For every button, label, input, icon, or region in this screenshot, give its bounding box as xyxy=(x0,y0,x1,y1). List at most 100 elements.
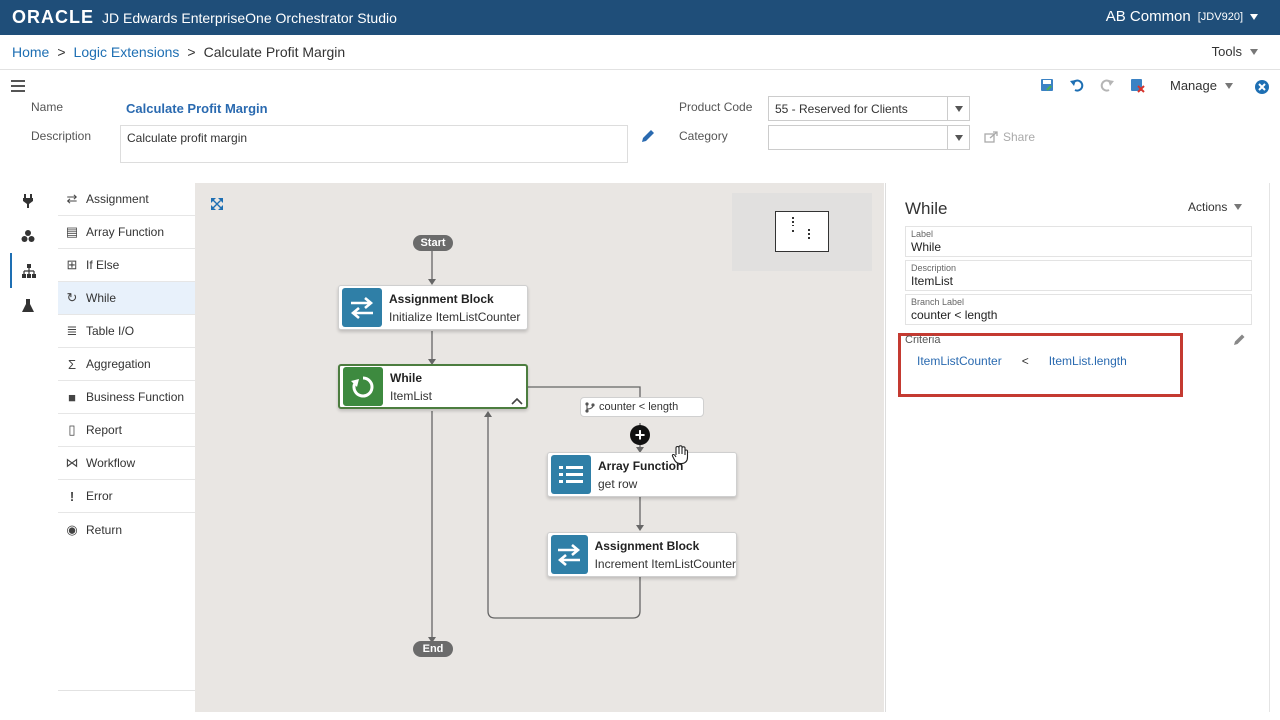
palette-item-aggregation[interactable]: Σ Aggregation xyxy=(58,348,195,381)
chevron-down-icon xyxy=(1250,48,1258,55)
flow-node-array-function[interactable]: Array Function get row xyxy=(547,452,737,497)
list-icon: ▤ xyxy=(65,224,79,239)
branch-label[interactable]: counter < length xyxy=(580,397,704,417)
end-node[interactable]: End xyxy=(413,641,453,657)
expand-icon[interactable] xyxy=(211,198,223,210)
palette-item-label: Array Function xyxy=(86,225,165,239)
palette-item-return[interactable]: ◉ Return xyxy=(58,513,195,546)
add-node-button[interactable]: + xyxy=(630,425,650,445)
close-icon[interactable] xyxy=(1255,80,1269,94)
undo-icon[interactable] xyxy=(1069,77,1085,93)
palette-item-if-else[interactable]: ⊞ If Else xyxy=(58,249,195,282)
label-value: While xyxy=(911,240,942,254)
palette-item-while[interactable]: ↻ While xyxy=(58,282,195,315)
palette-item-label: Report xyxy=(86,423,123,437)
palette-item-error[interactable]: ! Error xyxy=(58,480,195,513)
share-label: Share xyxy=(1003,130,1036,144)
hierarchy-icon[interactable] xyxy=(10,253,46,288)
share-button[interactable]: Share xyxy=(984,130,1035,144)
delete-icon[interactable] xyxy=(1129,77,1145,93)
breadcrumb-separator: > xyxy=(57,44,66,60)
criteria-label: Criteria xyxy=(905,334,941,346)
palette-item-label: Return xyxy=(86,522,123,537)
app-title: JD Edwards EnterpriseOne Orchestrator St… xyxy=(102,9,397,26)
palette-item-business-function[interactable]: ■ Business Function xyxy=(58,381,195,414)
start-node[interactable]: Start xyxy=(413,235,453,251)
flow-node-while[interactable]: While ItemList xyxy=(338,364,528,409)
swap-arrows-icon xyxy=(551,535,588,574)
report-icon: ▯ xyxy=(68,422,76,437)
breadcrumb-home[interactable]: Home xyxy=(12,44,49,60)
node-title: Assignment Block xyxy=(389,291,494,306)
briefcase-icon: ■ xyxy=(68,389,76,405)
edit-criteria-icon[interactable] xyxy=(1232,333,1246,347)
breadcrumb-separator: > xyxy=(187,44,196,60)
product-code-value: 55 - Reserved for Clients xyxy=(775,101,908,116)
palette-item-report[interactable]: ▯ Report xyxy=(58,414,195,447)
category-label: Category xyxy=(679,129,728,143)
palette-item-table-io[interactable]: ≣ Table I/O xyxy=(58,315,195,348)
palette-item-assignment[interactable]: ⇄ Assignment xyxy=(58,183,195,216)
palette-item-label: While xyxy=(86,291,117,305)
hierarchy-icon: ⊞ xyxy=(66,257,78,272)
hamburger-menu-icon[interactable] xyxy=(11,80,25,95)
chevron-down-icon xyxy=(1234,204,1243,210)
left-icon-nav xyxy=(10,183,46,323)
criteria-right-operand[interactable]: ItemList.length xyxy=(1049,354,1127,368)
tools-menu[interactable]: Tools xyxy=(1212,44,1258,59)
label-caption: Label xyxy=(911,229,934,239)
criteria-left-operand[interactable]: ItemListCounter xyxy=(917,354,1002,368)
label-field[interactable]: Label While xyxy=(905,226,1252,257)
chevron-down-icon xyxy=(947,97,969,120)
branch-label-field[interactable]: Branch Label counter < length xyxy=(905,294,1252,325)
collapse-chevron-icon[interactable] xyxy=(511,397,523,405)
node-title: While xyxy=(390,370,422,385)
description-field[interactable]: Description ItemList xyxy=(905,260,1252,291)
branch-label-value: counter < length xyxy=(911,308,998,322)
manage-menu[interactable]: Manage xyxy=(1170,78,1233,93)
user-menu[interactable]: AB Common [JDV920] xyxy=(1106,8,1258,25)
flow-node-assignment-init[interactable]: Assignment Block Initialize ItemListCoun… xyxy=(338,285,528,330)
node-subtitle: Increment ItemListCounter xyxy=(594,556,736,571)
node-subtitle: Initialize ItemListCounter xyxy=(389,309,521,324)
redo-icon[interactable] xyxy=(1099,77,1115,93)
edit-pencil-icon[interactable] xyxy=(640,128,656,144)
criteria-operator[interactable]: < xyxy=(1022,354,1029,368)
flow-node-assignment-increment[interactable]: Assignment Block Increment ItemListCount… xyxy=(547,532,737,577)
components-icon[interactable] xyxy=(10,218,46,253)
palette-item-label: If Else xyxy=(86,258,120,272)
return-icon: ◉ xyxy=(66,521,78,537)
palette-item-label: Table I/O xyxy=(86,324,135,338)
actions-menu[interactable]: Actions xyxy=(1188,200,1243,214)
loop-icon xyxy=(343,367,383,406)
category-select[interactable] xyxy=(768,125,970,150)
chevron-down-icon xyxy=(1250,13,1258,20)
description-caption: Description xyxy=(911,263,957,273)
description-label: Description xyxy=(31,129,92,143)
swap-arrows-icon: ⇄ xyxy=(66,191,78,206)
plug-icon[interactable] xyxy=(10,183,46,218)
panel-title: While xyxy=(905,199,948,218)
palette-item-label: Aggregation xyxy=(86,357,151,371)
palette-item-label: Error xyxy=(86,489,113,503)
breadcrumb-logic-extensions[interactable]: Logic Extensions xyxy=(74,44,180,60)
database-icon: ≣ xyxy=(66,323,78,338)
oracle-logo: ORACLE xyxy=(12,7,94,27)
orchestration-canvas[interactable]: Start End Assignment Block Initialize It… xyxy=(195,183,884,712)
product-code-label: Product Code xyxy=(679,100,753,114)
breadcrumb-current: Calculate Profit Margin xyxy=(203,44,346,60)
minimap-viewport[interactable] xyxy=(775,211,829,252)
palette-item-label: Business Function xyxy=(86,390,185,404)
palette-item-workflow[interactable]: ⋈ Workflow xyxy=(58,447,195,480)
properties-panel: While Actions Label While Description It… xyxy=(885,183,1270,712)
description-field[interactable]: Calculate profit margin xyxy=(120,125,628,163)
branch-label-text: counter < length xyxy=(599,401,679,413)
product-code-select[interactable]: 55 - Reserved for Clients xyxy=(768,96,970,121)
workflow-icon: ⋈ xyxy=(65,455,79,470)
criteria-row[interactable]: ItemListCounter < ItemList.length xyxy=(917,354,1127,368)
divider xyxy=(0,69,1280,70)
flask-icon[interactable] xyxy=(10,288,46,323)
palette-item-array-function[interactable]: ▤ Array Function xyxy=(58,216,195,249)
node-subtitle: ItemList xyxy=(390,388,433,403)
save-icon[interactable] xyxy=(1039,77,1055,93)
